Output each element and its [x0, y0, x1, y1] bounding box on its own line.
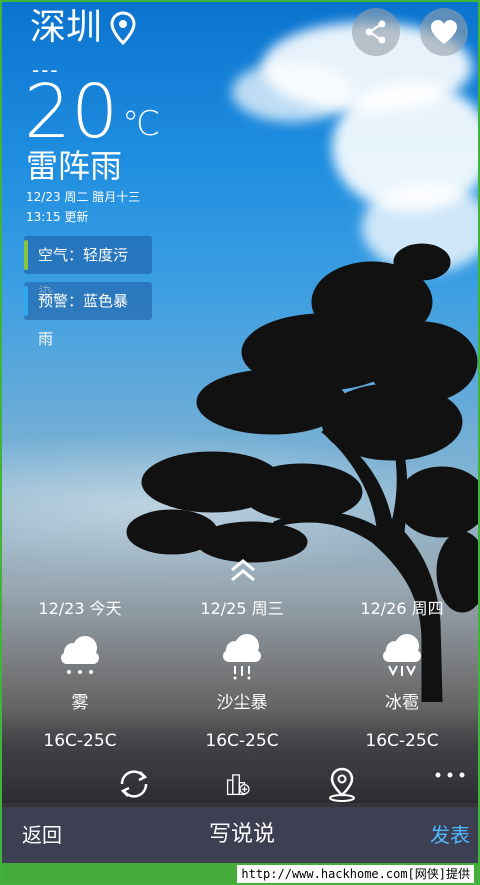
temperature-unit: ℃ — [122, 104, 161, 144]
forecast-desc: 雾 — [71, 693, 89, 713]
forecast-range: 16C-25C — [205, 731, 279, 751]
weather-toolbar — [2, 762, 478, 806]
city-name: 深圳 — [30, 7, 103, 48]
refresh-icon — [120, 770, 148, 798]
sandstorm-cloud-icon — [223, 634, 261, 680]
air-quality-indicator — [24, 240, 28, 270]
forecast-date: 12/25 周三 — [200, 599, 284, 618]
forecast-list: 12/23 今天 雾 16C-25C 12/25 周三 沙尘暴 16C-25C … — [2, 594, 478, 754]
warning-label: 预警：蓝色暴雨 — [38, 292, 129, 348]
cloud — [232, 62, 352, 122]
fog-cloud-icon — [61, 636, 99, 674]
bottom-action-bar: 返回 写说说 发表 — [2, 807, 478, 863]
warning-indicator — [24, 286, 28, 316]
refresh-button[interactable] — [114, 766, 154, 802]
favorite-button[interactable] — [420, 8, 468, 56]
share-button[interactable] — [352, 8, 400, 56]
share-icon — [365, 20, 386, 44]
city-header[interactable]: 深圳 — [30, 6, 136, 50]
forecast-date: 12/26 周四 — [360, 599, 444, 618]
forecast-date: 12/23 今天 — [38, 599, 122, 618]
warning-pill[interactable]: 预警：蓝色暴雨 — [24, 282, 152, 348]
forecast-day[interactable]: 12/25 周三 沙尘暴 16C-25C — [162, 594, 322, 754]
forecast-desc: 冰雹 — [385, 693, 419, 713]
chevron-up-icon[interactable] — [228, 558, 258, 584]
forecast-day[interactable]: 12/23 今天 雾 16C-25C — [2, 594, 160, 754]
location-pin-icon — [110, 11, 136, 45]
watermark-text: http://www.hackhome.com[网侠]提供 — [237, 865, 474, 883]
weather-condition: 雷阵雨 — [26, 147, 123, 185]
hail-cloud-icon — [383, 634, 421, 677]
current-temperature: 20 ℃ — [24, 72, 160, 152]
more-dots-icon — [435, 772, 465, 778]
publish-button[interactable]: 发表 — [430, 821, 470, 849]
add-city-button[interactable] — [218, 766, 258, 802]
watermark-strip: http://www.hackhome.com[网侠]提供 — [2, 863, 478, 883]
map-pin-icon — [329, 767, 355, 802]
bottom-bar-title: 写说说 — [208, 822, 275, 847]
forecast-range: 16C-25C — [43, 731, 117, 751]
forecast-day[interactable]: 12/26 周四 冰雹 16C-25C — [322, 594, 478, 754]
heart-icon — [431, 20, 457, 44]
city-buildings-add-icon — [226, 774, 250, 796]
forecast-range: 16C-25C — [365, 731, 439, 751]
more-button[interactable] — [430, 762, 470, 790]
forecast-desc: 沙尘暴 — [216, 693, 268, 713]
weather-screen: 深圳 --- 20 ℃ 雷阵雨 12/23 周二 腊月十三 13:15 更新 空… — [0, 0, 480, 885]
location-button[interactable] — [322, 766, 362, 802]
air-quality-pill[interactable]: 空气：轻度污染 — [24, 236, 152, 302]
date-line: 12/23 周二 腊月十三 — [26, 190, 141, 204]
temperature-value: 20 — [24, 69, 119, 155]
update-time: 13:15 更新 — [26, 210, 89, 224]
